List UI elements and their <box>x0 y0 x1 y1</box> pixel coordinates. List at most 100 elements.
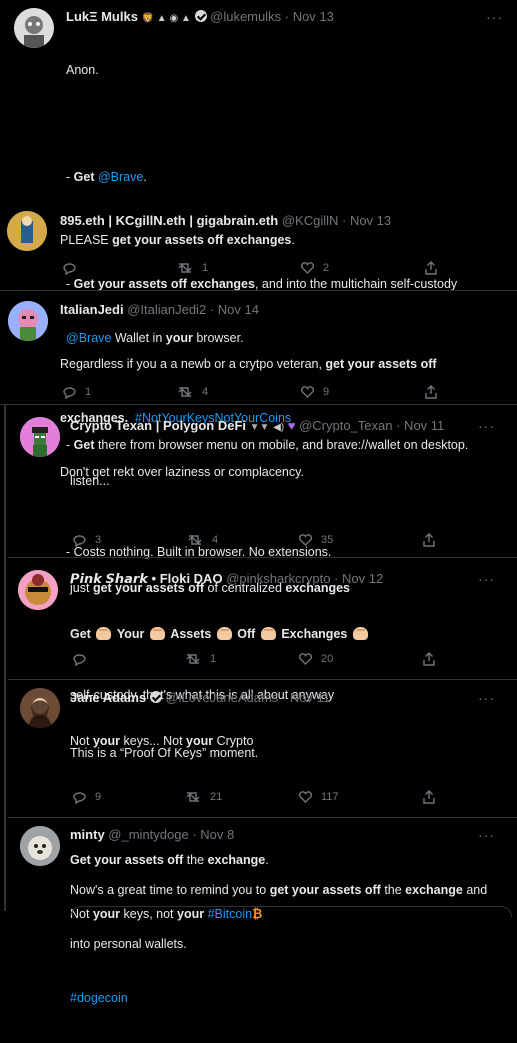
reply-button[interactable] <box>72 652 95 666</box>
media-preview-edge <box>70 906 512 917</box>
reply-button[interactable]: 1 <box>62 385 91 399</box>
reply-button[interactable]: 3 <box>72 533 101 547</box>
timestamp[interactable]: · Nov 12 <box>334 571 383 586</box>
share-button[interactable] <box>422 790 436 804</box>
action-bar: 1 2 <box>62 261 442 277</box>
display-name[interactable]: 895.eth | KCgillN.eth | gigabrain.eth <box>60 213 278 228</box>
share-icon <box>424 261 438 275</box>
tweet-minty[interactable]: minty @_mintydoge · Nov 8 ··· Now's a gr… <box>8 818 517 1005</box>
timestamp[interactable]: · Nov 13 <box>285 9 334 24</box>
timestamp[interactable]: · Nov 8 <box>192 827 234 842</box>
avatar-image <box>14 8 54 48</box>
verified-badge-icon <box>194 10 207 22</box>
retweet-button[interactable]: 4 <box>186 533 218 547</box>
tweet-header: Jane Adams @iLoveJaneAdams · Nov 11 <box>70 690 330 706</box>
display-name[interactable]: LukΞ Mulks <box>66 9 138 24</box>
share-icon <box>424 385 438 399</box>
action-bar: 1 4 9 <box>62 385 442 401</box>
avatar[interactable] <box>20 826 60 866</box>
tweet-line: Anon. <box>66 63 99 77</box>
like-button[interactable]: 2 <box>300 261 329 275</box>
more-options-icon[interactable]: ··· <box>478 571 495 587</box>
share-icon <box>422 652 436 666</box>
retweet-button[interactable]: 1 <box>176 261 208 275</box>
clap-emoji-icon <box>216 627 232 640</box>
tweet-text: PLEASE get your assets off exchanges. <box>60 233 295 247</box>
tweet-crypto-texan[interactable]: Crypto Texan | Polygon DeFi ▼▼ ◀) ♥ @Cry… <box>8 405 517 702</box>
more-options-icon[interactable]: ··· <box>478 418 495 434</box>
speaker-emoji-icon: ◀) <box>273 422 285 433</box>
avatar[interactable] <box>7 211 47 251</box>
like-button[interactable]: 35 <box>298 533 333 547</box>
retweet-icon <box>184 652 202 666</box>
avatar-image <box>7 211 47 251</box>
more-options-icon[interactable]: ··· <box>478 690 495 706</box>
retweet-button[interactable]: 4 <box>176 385 208 399</box>
handle[interactable]: @pinksharkcrypto <box>226 571 330 586</box>
like-button[interactable]: 9 <box>300 385 329 399</box>
avatar[interactable] <box>8 301 48 341</box>
handle[interactable]: @_mintydoge <box>108 827 188 842</box>
avatar-image <box>20 688 60 728</box>
purple-heart-icon: ♥ <box>287 418 296 433</box>
more-options-icon[interactable]: ··· <box>478 827 495 843</box>
display-name[interactable]: ItalianJedi <box>60 302 124 317</box>
tweet-italianjedi[interactable]: ItalianJedi @ItalianJedi2 · Nov 14 Regar… <box>0 291 517 479</box>
avatar[interactable] <box>20 417 60 457</box>
reply-icon <box>72 790 87 804</box>
handle[interactable]: @ItalianJedi2 <box>127 302 206 317</box>
handle[interactable]: @KCgillN <box>282 213 339 228</box>
tweet-pinkshark[interactable]: 𝙋𝙞𝙣𝙠 𝙎𝙝𝙖𝙧𝙠 • Floki DAO @pinksharkcrypto … <box>8 558 517 748</box>
share-button[interactable] <box>424 385 438 399</box>
tweet-jane-adams[interactable]: Jane Adams @iLoveJaneAdams · Nov 11 ··· … <box>8 680 517 921</box>
display-name[interactable]: 𝙋𝙞𝙣𝙠 𝙎𝙝𝙖𝙧𝙠 • Floki DAO <box>70 571 223 586</box>
timestamp[interactable]: · Nov 13 <box>342 213 391 228</box>
retweet-icon <box>186 533 204 547</box>
timestamp[interactable]: · Nov 11 <box>396 418 444 433</box>
like-button[interactable]: 20 <box>298 652 333 666</box>
hashtag-link[interactable]: #dogecoin <box>70 991 128 1005</box>
handle[interactable]: @lukemulks <box>210 9 281 24</box>
handle[interactable]: @iLoveJaneAdams <box>165 690 278 705</box>
tweet-lukemulks[interactable]: LukΞ Mulks 🦁 ▲ ◉ ▲ @lukemulks · Nov 13 ·… <box>0 0 517 559</box>
reply-button[interactable] <box>62 261 85 275</box>
reply-icon <box>72 533 87 547</box>
tweet-kcgilln[interactable]: 895.eth | KCgillN.eth | gigabrain.eth @K… <box>0 205 517 291</box>
display-name[interactable]: Crypto Texan | Polygon DeFi <box>70 418 246 433</box>
tweet-header: Crypto Texan | Polygon DeFi ▼▼ ◀) ♥ @Cry… <box>70 418 444 436</box>
handle[interactable]: @Crypto_Texan <box>299 418 392 433</box>
reply-icon <box>62 385 77 399</box>
clap-emoji-icon <box>149 627 165 640</box>
reply-button[interactable]: 9 <box>72 790 101 804</box>
tweet-header: 𝙋𝙞𝙣𝙠 𝙎𝙝𝙖𝙧𝙠 • Floki DAO @pinksharkcrypto … <box>70 571 383 587</box>
avatar[interactable] <box>20 688 60 728</box>
share-button[interactable] <box>424 261 438 275</box>
share-button[interactable] <box>422 533 436 547</box>
display-name[interactable]: Jane Adams <box>70 690 146 705</box>
retweet-button[interactable]: 21 <box>184 790 222 804</box>
avatar[interactable] <box>14 8 54 48</box>
clap-emoji-icon <box>96 627 112 640</box>
retweet-button[interactable]: 1 <box>184 652 216 666</box>
mention-brave[interactable]: @Brave <box>98 170 143 184</box>
retweet-icon <box>176 385 194 399</box>
retweet-icon <box>184 790 202 804</box>
avatar[interactable] <box>18 570 58 610</box>
display-name[interactable]: minty <box>70 827 105 842</box>
timestamp[interactable]: · Nov 11 <box>282 690 330 705</box>
like-button[interactable]: 117 <box>298 790 339 804</box>
tweet-header: ItalianJedi @ItalianJedi2 · Nov 14 <box>60 302 259 318</box>
retweet-icon <box>176 261 194 275</box>
action-bar: 9 21 117 <box>72 790 452 806</box>
more-options-icon[interactable]: ··· <box>486 9 503 25</box>
clap-emoji-icon <box>352 627 368 640</box>
tweet-line: - Get @Brave. <box>66 170 147 184</box>
heart-icon <box>298 533 313 547</box>
tweet-header: minty @_mintydoge · Nov 8 <box>70 827 234 843</box>
timestamp[interactable]: · Nov 14 <box>210 302 259 317</box>
avatar-image <box>20 417 60 457</box>
reply-icon <box>62 261 77 275</box>
share-button[interactable] <box>422 652 436 666</box>
clap-emoji-icon <box>260 627 276 640</box>
bat-emoji-icon: ▼▼ <box>249 422 270 433</box>
